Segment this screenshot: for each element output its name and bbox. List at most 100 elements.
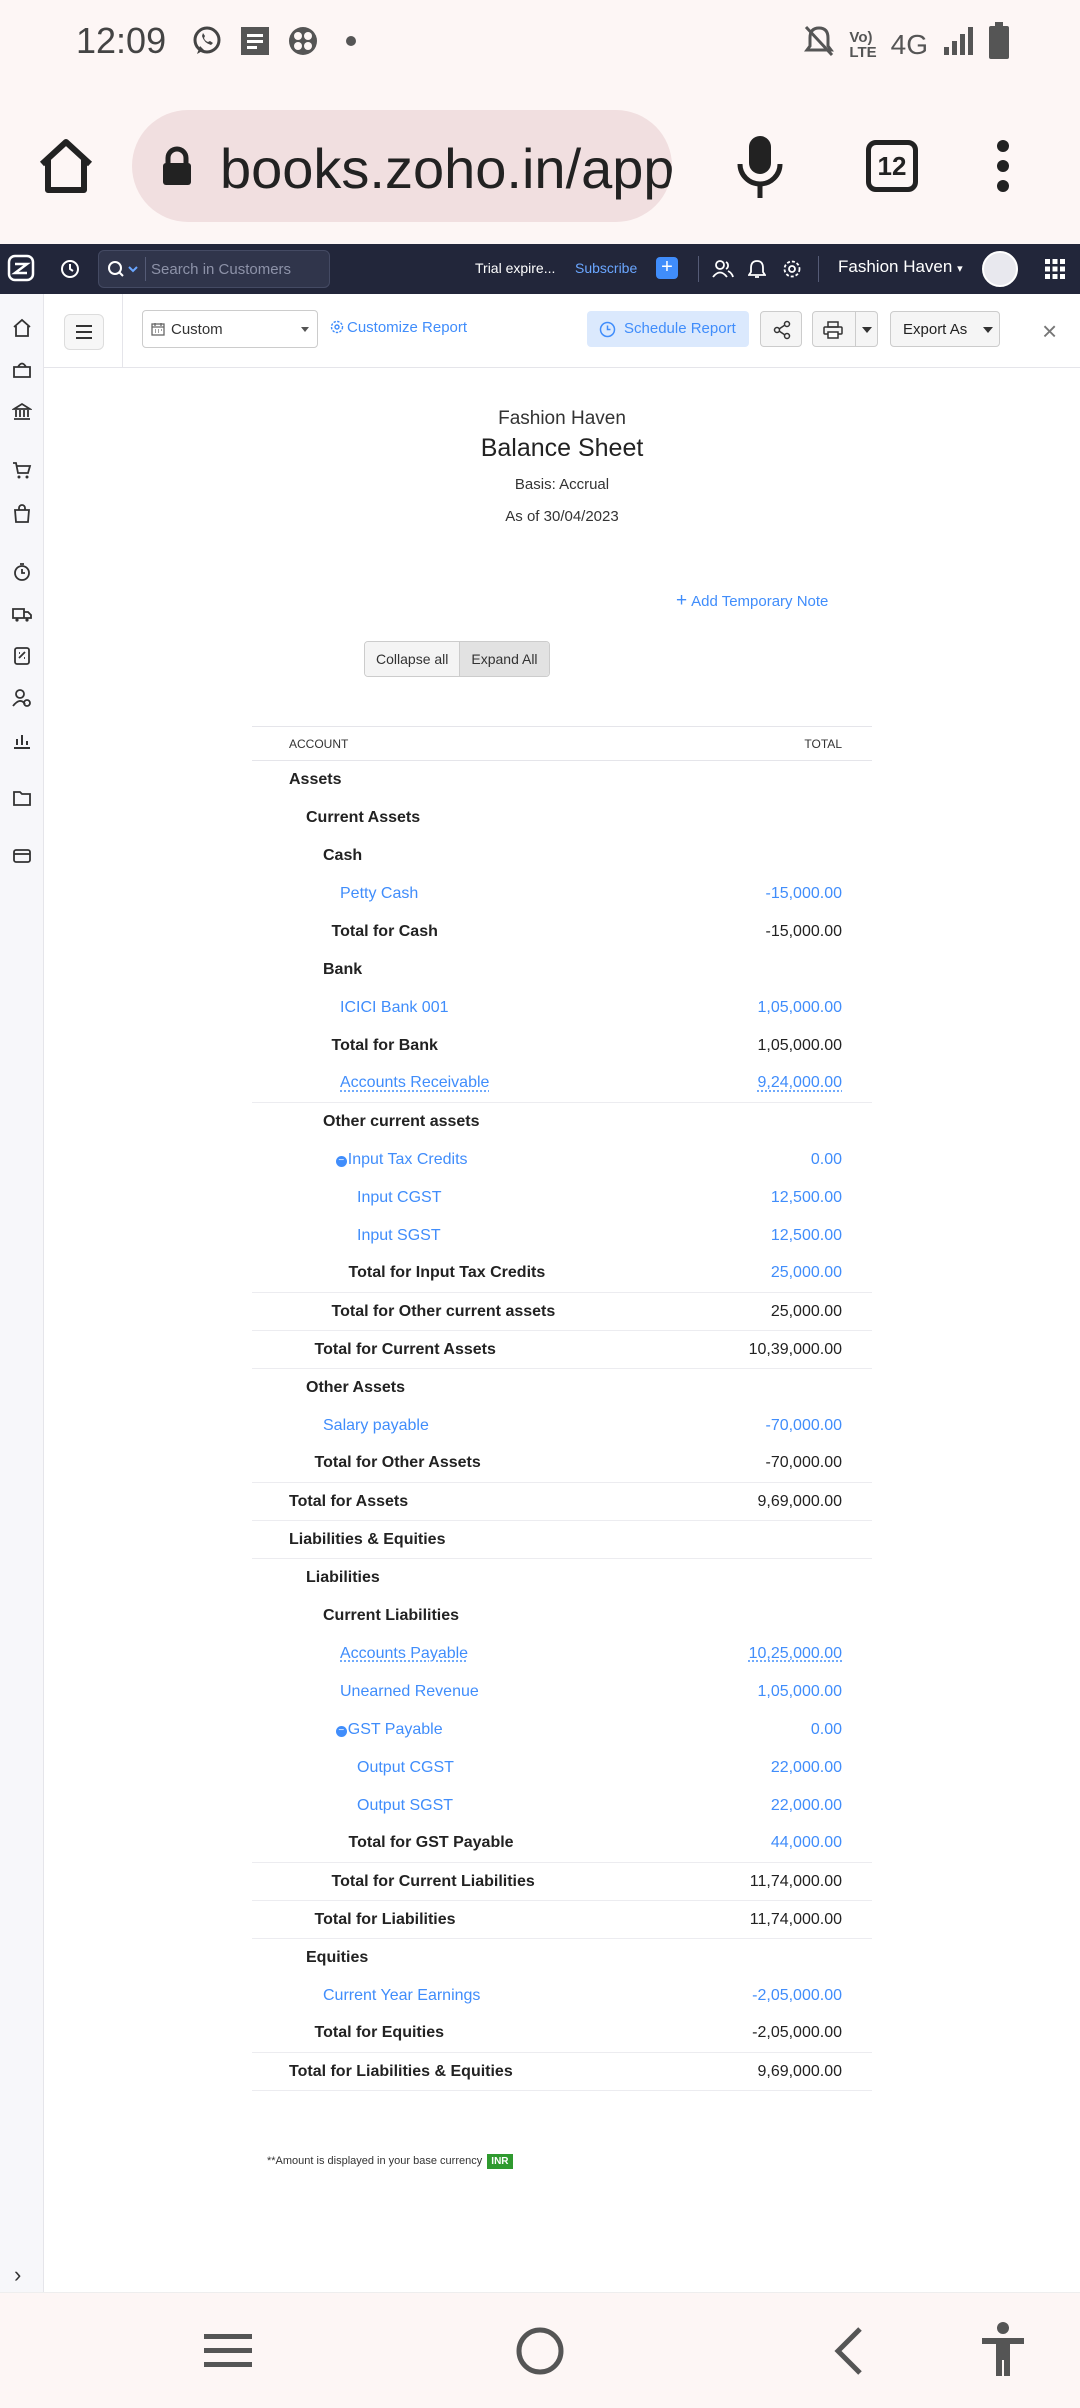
back-icon[interactable] <box>830 2325 866 2382</box>
account-name: Total for Equities <box>314 2024 444 2042</box>
collapse-minus-icon[interactable]: − <box>335 1725 347 1737</box>
amount-cell[interactable]: 12,500.00 <box>693 1217 872 1255</box>
collapse-minus-icon[interactable]: − <box>335 1155 347 1167</box>
amount-cell[interactable]: 1,05,000.00 <box>693 989 872 1027</box>
account-cell: Liabilities <box>252 1559 693 1597</box>
recent-apps-icon[interactable] <box>202 2331 254 2376</box>
expand-all-button[interactable]: Expand All <box>459 642 549 676</box>
account-name: Total for Other Assets <box>314 1454 481 1472</box>
footnote-text: **Amount is displayed in your base curre… <box>267 2155 483 2167</box>
tab-switcher-button[interactable]: 12 <box>866 140 918 192</box>
browser-menu-icon[interactable] <box>996 140 1010 197</box>
home-icon[interactable] <box>12 318 32 338</box>
accountant-icon[interactable] <box>12 646 32 666</box>
subscribe-link[interactable]: Subscribe <box>575 260 637 276</box>
account-name[interactable]: Current Year Earnings <box>323 1987 480 2004</box>
amount-cell[interactable]: 44,000.00 <box>692 1824 872 1863</box>
items-icon[interactable] <box>12 360 32 380</box>
account-name: Total for Current Liabilities <box>331 1872 535 1890</box>
account-name[interactable]: Output CGST <box>357 1759 454 1776</box>
chevron-down-icon[interactable] <box>862 327 872 333</box>
account-name[interactable]: Input Tax Credits <box>348 1151 468 1168</box>
amount-cell[interactable]: 22,000.00 <box>693 1749 872 1787</box>
export-as-dropdown[interactable]: Export As <box>890 311 1000 347</box>
account-name: Total for Assets <box>289 1492 409 1510</box>
search-icon[interactable] <box>107 260 141 285</box>
account-cell: Cash <box>252 837 693 875</box>
gear-icon <box>330 320 344 338</box>
amount-cell[interactable]: -70,000.00 <box>693 1407 872 1445</box>
schedule-report-button[interactable]: Schedule Report <box>587 311 749 347</box>
table-row: Accounts Receivable 9,24,000.00 <box>252 1064 872 1103</box>
browser-home-button[interactable] <box>34 134 98 198</box>
plus-icon: + <box>676 590 688 611</box>
reports-chart-icon[interactable] <box>12 730 32 750</box>
hamburger-menu-button[interactable] <box>64 314 104 350</box>
zoho-books-logo-icon[interactable] <box>6 253 36 288</box>
status-time: 12:09 <box>76 20 167 61</box>
documents-folder-icon[interactable] <box>12 788 32 808</box>
account-name[interactable]: Petty Cash <box>340 885 418 902</box>
account-name[interactable]: Output SGST <box>357 1797 453 1814</box>
print-button[interactable] <box>812 311 878 347</box>
sales-cart-icon[interactable] <box>12 460 32 480</box>
quick-create-button[interactable]: + <box>656 257 678 279</box>
amount-cell[interactable]: 10,25,000.00 <box>693 1635 872 1673</box>
apps-grid-icon[interactable] <box>1044 258 1066 285</box>
url-bar[interactable]: books.zoho.in/app <box>132 110 672 222</box>
user-avatar[interactable] <box>982 251 1018 287</box>
microphone-icon[interactable] <box>736 132 784 209</box>
notification-bell-icon[interactable] <box>747 259 767 284</box>
account-name[interactable]: Salary payable <box>323 1417 429 1434</box>
account-name[interactable]: Input SGST <box>357 1227 441 1244</box>
account-cell: Total for Liabilities <box>252 1900 693 1939</box>
users-icon[interactable] <box>12 688 32 708</box>
banking-icon[interactable] <box>10 402 34 422</box>
amount-cell[interactable]: 0.00 <box>693 1141 872 1179</box>
account-cell: Current Assets <box>252 799 693 837</box>
customize-report-link[interactable]: Customize Report <box>330 319 467 338</box>
payments-card-icon[interactable] <box>12 846 32 866</box>
close-icon[interactable]: × <box>1042 318 1057 344</box>
search-input[interactable] <box>151 254 321 284</box>
amount-cell[interactable]: 25,000.00 <box>692 1254 872 1293</box>
amount-cell[interactable]: -2,05,000.00 <box>693 1977 872 2015</box>
account-name[interactable]: Input CGST <box>357 1189 441 1206</box>
amount-cell[interactable]: 0.00 <box>693 1711 872 1749</box>
add-temporary-note-link[interactable]: + Add Temporary Note <box>676 590 828 612</box>
global-search[interactable] <box>98 250 330 288</box>
account-name[interactable]: ICICI Bank 001 <box>340 999 449 1016</box>
refer-users-icon[interactable] <box>712 259 734 284</box>
account-cell: − GST Payable <box>252 1711 693 1749</box>
collapse-all-button[interactable]: Collapse all <box>365 642 460 676</box>
column-header-account: Account <box>252 726 693 761</box>
account-name[interactable]: Unearned Revenue <box>340 1683 479 1700</box>
expand-sidebar-icon[interactable]: › <box>14 2262 21 2288</box>
share-button[interactable] <box>760 311 802 347</box>
account-name[interactable]: Accounts Payable <box>340 1645 468 1662</box>
report-period-select[interactable]: Custom <box>142 310 318 348</box>
amount-cell[interactable]: 9,24,000.00 <box>692 1064 872 1103</box>
account-name[interactable]: GST Payable <box>348 1721 443 1738</box>
home-circle-icon[interactable] <box>514 2325 566 2382</box>
amount-cell[interactable]: 22,000.00 <box>693 1787 872 1825</box>
table-row: Output SGST 22,000.00 <box>252 1787 872 1825</box>
account-name: Other Assets <box>306 1378 405 1396</box>
chevron-down-icon <box>301 327 309 332</box>
account-name: Total for Liabilities & Equities <box>289 2062 513 2080</box>
amount-cell[interactable]: -15,000.00 <box>693 875 872 913</box>
settings-gear-icon[interactable] <box>782 259 802 284</box>
browser-toolbar: books.zoho.in/app 12 <box>0 88 1080 244</box>
account-cell: Total for Other current assets <box>252 1292 693 1331</box>
account-cell: Assets <box>252 761 693 799</box>
recent-history-icon[interactable] <box>58 257 82 286</box>
time-tracking-icon[interactable] <box>12 562 32 582</box>
accessibility-icon[interactable] <box>980 2321 1026 2382</box>
amount-cell[interactable]: 12,500.00 <box>693 1179 872 1217</box>
account-name[interactable]: Accounts Receivable <box>340 1074 489 1091</box>
organization-switcher[interactable]: Fashion Haven ▾ <box>838 257 963 277</box>
amount-cell[interactable]: 1,05,000.00 <box>693 1673 872 1711</box>
purchases-bag-icon[interactable] <box>12 504 32 524</box>
account-cell: Equities <box>252 1939 693 1977</box>
e-way-bill-truck-icon[interactable] <box>12 604 32 624</box>
